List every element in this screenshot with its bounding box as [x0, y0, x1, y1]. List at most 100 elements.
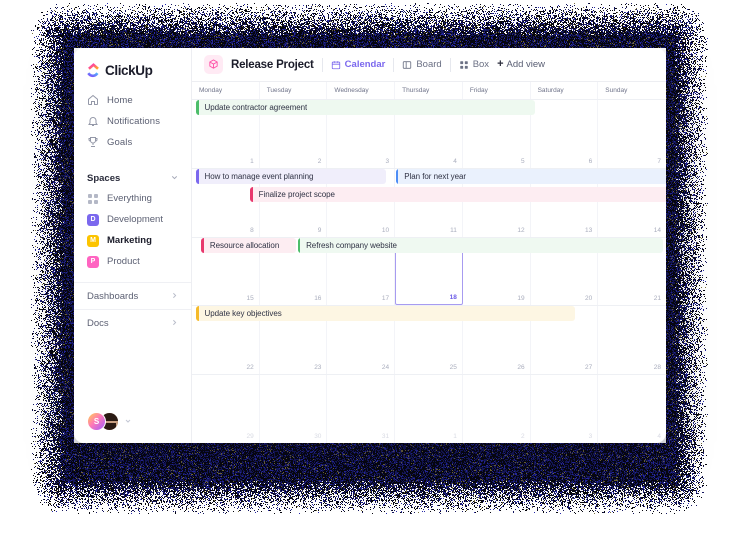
- chevron-down-icon[interactable]: [124, 417, 132, 427]
- sidebar-item-everything-label: Everything: [107, 193, 152, 204]
- calendar-event[interactable]: Refresh company website: [297, 237, 664, 253]
- day-number: 9: [317, 226, 322, 234]
- day-number: 27: [585, 364, 593, 372]
- day-of-week-sunday: Sunday: [605, 87, 628, 94]
- app-window: ClickUp Home Notifications Goals Spaces …: [74, 48, 666, 443]
- avatar-group[interactable]: S: [87, 412, 132, 431]
- sidebar-item-docs-label: Docs: [87, 317, 109, 329]
- calendar-event[interactable]: Resource allocation: [201, 237, 297, 253]
- sidebar-item-product-label: Product: [107, 256, 140, 267]
- board-icon: [402, 60, 412, 70]
- tab-box-label: Box: [472, 59, 490, 70]
- day-number: 11: [450, 226, 457, 234]
- toolbar-divider: [449, 57, 451, 72]
- sidebar-item-docs[interactable]: Docs: [74, 309, 191, 336]
- clickup-logo-icon: [86, 63, 101, 78]
- day-number: 2: [520, 432, 525, 440]
- page-title: Release Project: [231, 58, 314, 71]
- chevron-down-icon[interactable]: [170, 173, 179, 184]
- day-number: 23: [314, 364, 322, 372]
- add-view-button[interactable]: + Add view: [497, 59, 546, 71]
- space-badge-marketing: M: [87, 234, 99, 247]
- brand-logo[interactable]: ClickUp: [74, 48, 191, 82]
- calendar-day-cell[interactable]: 2: [463, 375, 531, 443]
- tab-calendar-label: Calendar: [344, 59, 386, 70]
- calendar-day-cell[interactable]: 29: [192, 375, 260, 443]
- spaces-section-title: Spaces: [87, 172, 121, 184]
- toolbar: Release Project Calendar Board Box + Add…: [192, 48, 666, 82]
- calendar-event[interactable]: Update contractor agreement: [196, 100, 535, 115]
- sidebar-item-product[interactable]: P Product: [74, 251, 191, 272]
- sidebar-item-development[interactable]: D Development: [74, 209, 191, 230]
- toolbar-divider: [393, 57, 395, 72]
- day-number: 24: [381, 364, 390, 372]
- sidebar-item-dashboards[interactable]: Dashboards: [74, 282, 191, 309]
- day-number: 8: [250, 226, 254, 234]
- day-number: 31: [381, 432, 390, 440]
- event-title: Update contractor agreement: [204, 103, 308, 112]
- box-icon: [459, 60, 469, 70]
- day-of-week-friday: Friday: [463, 82, 531, 99]
- sidebar-item-goals[interactable]: Goals: [74, 132, 191, 152]
- day-number: 25: [449, 364, 457, 372]
- day-number: 7: [657, 157, 661, 165]
- day-number: 26: [517, 364, 525, 372]
- calendar-day-cell[interactable]: 7: [598, 100, 666, 168]
- tab-calendar[interactable]: Calendar: [331, 59, 386, 70]
- sidebar-item-notifications[interactable]: Notifications: [74, 111, 191, 131]
- calendar-day-cell[interactable]: 30: [260, 375, 328, 443]
- calendar-day-cell[interactable]: 31: [327, 375, 396, 443]
- day-of-week-tuesday: Tuesday: [260, 82, 328, 99]
- trophy-icon: [87, 136, 99, 148]
- brand-name: ClickUp: [105, 63, 153, 78]
- calendar-day-cell[interactable]: 3: [531, 375, 599, 443]
- sidebar-item-marketing[interactable]: M Marketing: [74, 230, 191, 251]
- chevron-right-icon: [170, 291, 179, 302]
- day-number: 5: [520, 157, 525, 165]
- day-of-week-saturday: Saturday: [531, 82, 599, 99]
- calendar-week-row: 15 16 17 18 19 20 21 Resource allocation Refresh…: [192, 237, 666, 307]
- calendar-week-row: 29 30 31 1 2 3 4: [192, 375, 666, 443]
- sidebar-item-home[interactable]: Home: [74, 90, 191, 110]
- add-view-label: Add view: [506, 59, 546, 70]
- home-icon: [87, 94, 99, 106]
- calendar-day-cell[interactable]: 28: [598, 306, 666, 374]
- day-number: 12: [517, 226, 525, 234]
- space-badge-development: D: [87, 213, 99, 226]
- grid-icon: [87, 193, 99, 205]
- calendar-event[interactable]: Plan for next year: [395, 168, 666, 184]
- tab-box[interactable]: Box: [459, 59, 489, 70]
- day-number: 20: [585, 295, 593, 303]
- spaces-section-header[interactable]: Spaces: [74, 168, 191, 188]
- calendar-event[interactable]: How to manage event planning: [196, 168, 386, 184]
- day-number: 2: [317, 157, 322, 165]
- calendar-event[interactable]: Finalize project scope: [250, 186, 666, 202]
- day-number: 1: [250, 157, 254, 165]
- cube-icon: [204, 55, 223, 74]
- day-number: 3: [588, 432, 593, 440]
- calendar-week-row: 1 2 3 4 5 6 7 Update contractor agreement: [192, 100, 666, 169]
- calendar-weeks: 1 2 3 4 5 6 7 Update contractor agreement 8 9 10 11…: [192, 100, 666, 443]
- calendar-event[interactable]: Update key objectives: [196, 306, 576, 322]
- bell-icon: [87, 115, 99, 127]
- event-title: Plan for next year: [404, 171, 467, 181]
- calendar-view: Monday Tuesday Wednesday Thursday Friday Satu…: [192, 82, 666, 443]
- calendar-day-cell[interactable]: 1: [395, 375, 463, 443]
- day-of-week-thursday: Thursday: [395, 82, 463, 99]
- tab-board-label: Board: [416, 59, 442, 70]
- event-title: Refresh company website: [306, 240, 397, 250]
- day-number: 18: [449, 294, 457, 302]
- day-number: 29: [246, 432, 254, 440]
- sidebar-item-notifications-label: Notifications: [107, 115, 161, 127]
- avatar-initial[interactable]: S: [87, 412, 106, 431]
- sidebar-item-everything[interactable]: Everything: [74, 188, 191, 209]
- spaces-list: Everything D Development M Marketing P P…: [74, 188, 191, 272]
- day-of-week-header: Monday Tuesday Wednesday Thursday Friday Satu…: [192, 82, 666, 100]
- event-title: Resource allocation: [209, 240, 280, 250]
- tab-board[interactable]: Board: [402, 59, 442, 70]
- calendar-day-cell[interactable]: 6: [531, 100, 599, 168]
- day-number: 17: [381, 295, 390, 303]
- event-title: How to manage event planning: [204, 171, 314, 181]
- calendar-day-cell[interactable]: 4: [598, 375, 666, 443]
- sidebar-item-goals-label: Goals: [107, 136, 133, 148]
